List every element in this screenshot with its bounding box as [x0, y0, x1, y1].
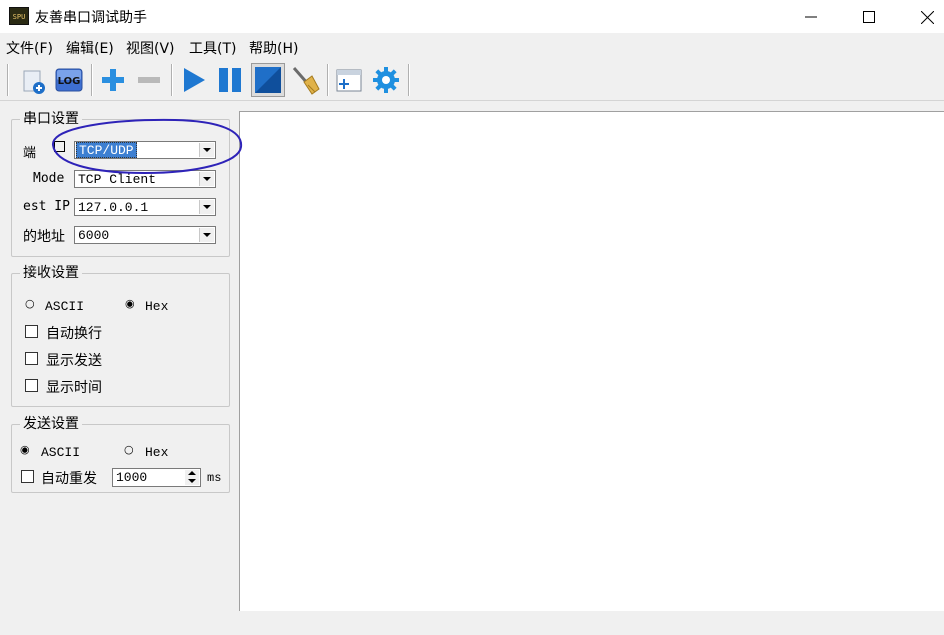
send-settings-title: 发送设置	[20, 416, 82, 432]
settings-button[interactable]	[369, 63, 403, 97]
receive-settings-title: 接收设置	[20, 265, 82, 281]
new-window-button[interactable]	[332, 63, 366, 97]
menu-tools[interactable]: 工具(T)	[189, 38, 236, 58]
close-button[interactable]	[904, 0, 944, 33]
toolbar-separator	[91, 64, 93, 96]
maximize-icon	[863, 11, 875, 23]
chevron-down-icon[interactable]	[199, 200, 214, 214]
auto-resend-label: 自动重发	[41, 471, 97, 487]
chevron-down-icon[interactable]	[199, 228, 214, 242]
show-send-checkbox[interactable]	[25, 352, 38, 365]
minimize-icon	[805, 16, 817, 18]
toolbar-grip	[7, 64, 9, 96]
show-send-label: 显示发送	[46, 353, 102, 369]
menu-edit[interactable]: 编辑(E)	[66, 38, 114, 58]
add-icon	[102, 69, 124, 91]
resend-interval-value: 1000	[116, 470, 148, 485]
port-address-label: 的地址	[23, 229, 65, 245]
host-ip-select[interactable]: 127.0.0.1	[74, 198, 216, 216]
send-ascii-label: ASCII	[41, 445, 81, 460]
start-button[interactable]	[176, 63, 210, 97]
receive-hex-label: Hex	[145, 299, 169, 314]
receive-hex-radio[interactable]: ◉	[125, 298, 135, 309]
display-mode-button[interactable]	[251, 63, 285, 97]
receive-ascii-radio[interactable]: ○	[25, 298, 35, 309]
menu-file[interactable]: 文件(F)	[6, 38, 53, 58]
port-address-value: 6000	[78, 228, 110, 243]
window-title: 友善串口调试助手	[35, 10, 147, 26]
title-bar: SPU 友善串口调试助手	[0, 0, 944, 33]
chevron-down-icon[interactable]	[188, 479, 196, 483]
send-hex-label: Hex	[145, 445, 169, 460]
new-document-button[interactable]	[16, 63, 50, 97]
settings-gear-icon	[373, 67, 399, 93]
host-ip-value: 127.0.0.1	[78, 200, 149, 215]
receive-ascii-label: ASCII	[45, 299, 85, 314]
play-icon	[184, 68, 205, 92]
chevron-up-icon[interactable]	[188, 471, 196, 475]
menu-help[interactable]: 帮助(H)	[249, 38, 298, 58]
auto-wrap-checkbox[interactable]	[25, 325, 38, 338]
svg-text:LOG: LOG	[58, 76, 81, 87]
app-icon: SPU	[9, 7, 29, 25]
highlight-ellipse-annotation	[51, 118, 243, 175]
menu-view[interactable]: 视图(V)	[126, 38, 175, 58]
send-settings-group: 发送设置 ◉ ASCII ○ Hex 自动重发 1000 ms	[11, 416, 230, 493]
pause-icon	[219, 68, 241, 92]
auto-wrap-label: 自动换行	[46, 326, 102, 342]
host-ip-label: est IP	[23, 199, 70, 214]
toolbar-separator	[171, 64, 173, 96]
toolbar-separator	[327, 64, 329, 96]
show-time-label: 显示时间	[46, 380, 102, 396]
new-window-icon	[336, 69, 362, 92]
send-hex-radio[interactable]: ○	[124, 444, 134, 455]
interval-unit-label: ms	[207, 471, 222, 485]
show-time-checkbox[interactable]	[25, 379, 38, 392]
menu-bar: 文件(F) 编辑(E) 视图(V) 工具(T) 帮助(H)	[0, 35, 944, 59]
remove-button[interactable]	[132, 63, 166, 97]
new-document-icon	[23, 70, 45, 94]
send-ascii-radio[interactable]: ◉	[20, 444, 30, 455]
close-icon	[920, 10, 934, 25]
minimize-button[interactable]	[788, 0, 834, 33]
display-mode-icon	[255, 67, 281, 93]
log-button[interactable]: LOG	[52, 63, 86, 97]
maximize-button[interactable]	[846, 0, 892, 33]
resend-interval-stepper[interactable]: 1000	[112, 468, 201, 487]
clear-button[interactable]	[288, 63, 322, 97]
add-button[interactable]	[96, 63, 130, 97]
log-icon: LOG	[55, 68, 83, 92]
clear-broom-icon	[292, 67, 320, 95]
toolbar: LOG	[0, 60, 944, 101]
spin-buttons[interactable]	[185, 470, 199, 485]
receive-settings-group: 接收设置 ○ ASCII ◉ Hex 自动换行 显示发送 显示时间	[11, 265, 230, 407]
receive-display-area[interactable]	[239, 111, 944, 611]
remove-icon	[138, 77, 160, 83]
port-address-select[interactable]: 6000	[74, 226, 216, 244]
toolbar-separator	[408, 64, 410, 96]
port-label: 端	[23, 146, 37, 161]
auto-resend-checkbox[interactable]	[21, 470, 34, 483]
pause-button[interactable]	[213, 63, 247, 97]
